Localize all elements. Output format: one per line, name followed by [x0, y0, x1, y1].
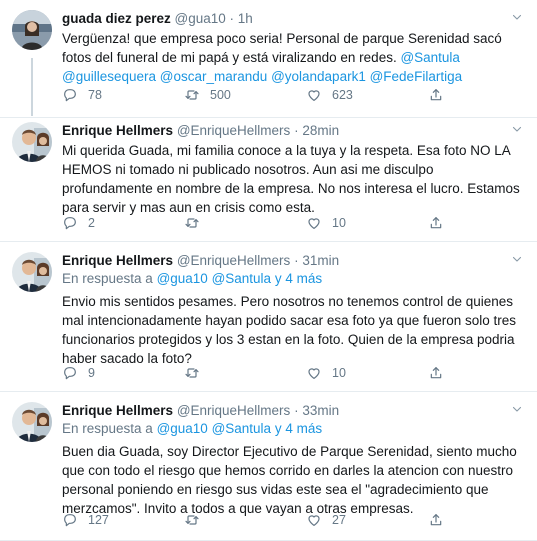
separator-dot: · [290, 403, 303, 418]
share-icon [428, 87, 444, 103]
tweet-text: Vergüenza! que empresa poco seria! Perso… [62, 29, 523, 86]
caret-down-icon[interactable] [511, 403, 523, 415]
reply-icon [62, 365, 78, 381]
retweet-button[interactable] [184, 512, 210, 528]
tweet[interactable]: Enrique Hellmers @EnriqueHellmers · 28mi… [0, 118, 537, 242]
share-button[interactable] [428, 87, 444, 103]
user-handle[interactable]: @EnriqueHellmers [177, 123, 291, 138]
reply-icon [62, 512, 78, 528]
display-name[interactable]: Enrique Hellmers [62, 403, 173, 418]
reply-context: En respuesta a @gua10 @Santula y 4 más [62, 270, 523, 288]
heart-icon [306, 365, 322, 381]
mention-link[interactable]: @gua10 [157, 271, 208, 286]
timestamp[interactable]: 31min [302, 253, 339, 268]
display-name[interactable]: Enrique Hellmers [62, 123, 173, 138]
timestamp[interactable]: 33min [302, 403, 339, 418]
retweet-icon [184, 512, 200, 528]
reply-count: 127 [88, 513, 109, 527]
retweet-button[interactable] [184, 215, 210, 231]
tweet[interactable]: guada diez perez @gua10 · 1h Vergüenza! … [0, 0, 537, 118]
share-icon [428, 365, 444, 381]
retweet-icon [184, 87, 200, 103]
reply-prefix: En respuesta a [62, 271, 157, 286]
reply-icon [62, 87, 78, 103]
user-handle[interactable]: @EnriqueHellmers [177, 253, 291, 268]
thread-line [31, 58, 33, 116]
tweet-actions: 78 500 623 [62, 87, 537, 107]
tweet[interactable]: Enrique Hellmers @EnriqueHellmers · 33mi… [0, 392, 537, 541]
tweet-actions: 9 10 [62, 365, 537, 385]
heart-icon [306, 215, 322, 231]
like-button[interactable]: 10 [306, 365, 346, 381]
caret-down-icon[interactable] [511, 123, 523, 135]
display-name[interactable]: guada diez perez [62, 11, 171, 26]
avatar[interactable] [12, 252, 52, 292]
reply-count: 9 [88, 366, 95, 380]
retweet-button[interactable] [184, 365, 210, 381]
share-button[interactable] [428, 512, 444, 528]
heart-icon [306, 87, 322, 103]
mention-link[interactable]: @yolandapark1 [271, 69, 366, 84]
tweet-text: Mi querida Guada, mi familia conoce a la… [62, 143, 520, 215]
mention-link[interactable]: @gua10 [157, 421, 208, 436]
reply-button[interactable]: 9 [62, 365, 95, 381]
caret-down-icon[interactable] [511, 253, 523, 265]
user-handle[interactable]: @EnriqueHellmers [177, 403, 291, 418]
like-count: 10 [332, 366, 346, 380]
tweet-header: Enrique Hellmers @EnriqueHellmers · 33mi… [62, 402, 523, 420]
share-icon [428, 512, 444, 528]
share-icon [428, 215, 444, 231]
separator-dot: · [290, 253, 303, 268]
like-count: 10 [332, 216, 346, 230]
like-count: 623 [332, 88, 353, 102]
mention-link[interactable]: @Santula [212, 421, 272, 436]
mention-link[interactable]: @oscar_marandu [160, 69, 268, 84]
retweet-button[interactable]: 500 [184, 87, 231, 103]
reply-icon [62, 215, 78, 231]
avatar[interactable] [12, 122, 52, 162]
tweet-header: Enrique Hellmers @EnriqueHellmers · 31mi… [62, 252, 523, 270]
separator-dot: · [290, 123, 303, 138]
like-button[interactable]: 623 [306, 87, 353, 103]
tweet-actions: 2 10 [62, 215, 537, 235]
timestamp[interactable]: 1h [238, 11, 253, 26]
caret-down-icon[interactable] [511, 11, 523, 23]
reply-button[interactable]: 78 [62, 87, 102, 103]
tweet-text: Envio mis sentidos pesames. Pero nosotro… [62, 294, 517, 366]
reply-count: 78 [88, 88, 102, 102]
user-handle[interactable]: @gua10 [175, 11, 226, 26]
tweet-header: Enrique Hellmers @EnriqueHellmers · 28mi… [62, 122, 523, 140]
more-mentions-link[interactable]: y 4 más [275, 271, 322, 286]
share-button[interactable] [428, 215, 444, 231]
retweet-count: 500 [210, 88, 231, 102]
like-button[interactable]: 27 [306, 512, 346, 528]
mention-link[interactable]: @Santula [400, 50, 460, 65]
reply-button[interactable]: 127 [62, 512, 109, 528]
mention-link[interactable]: @FedeFilartiga [370, 69, 463, 84]
mention-link[interactable]: @Santula [212, 271, 272, 286]
reply-prefix: En respuesta a [62, 421, 157, 436]
like-count: 27 [332, 513, 346, 527]
avatar[interactable] [12, 402, 52, 442]
like-button[interactable]: 10 [306, 215, 346, 231]
separator-dot: · [225, 11, 238, 26]
display-name[interactable]: Enrique Hellmers [62, 253, 173, 268]
retweet-icon [184, 215, 200, 231]
timestamp[interactable]: 28min [302, 123, 339, 138]
heart-icon [306, 512, 322, 528]
reply-context: En respuesta a @gua10 @Santula y 4 más [62, 420, 523, 438]
reply-count: 2 [88, 216, 95, 230]
reply-button[interactable]: 2 [62, 215, 95, 231]
tweet-header: guada diez perez @gua10 · 1h [62, 10, 523, 28]
mention-link[interactable]: @guillesequera [62, 69, 156, 84]
avatar[interactable] [12, 10, 52, 50]
more-mentions-link[interactable]: y 4 más [275, 421, 322, 436]
share-button[interactable] [428, 365, 444, 381]
tweet[interactable]: Enrique Hellmers @EnriqueHellmers · 31mi… [0, 242, 537, 392]
tweet-actions: 127 27 [62, 512, 537, 532]
retweet-icon [184, 365, 200, 381]
tweet-text: Buen dia Guada, soy Director Ejecutivo d… [62, 444, 517, 516]
